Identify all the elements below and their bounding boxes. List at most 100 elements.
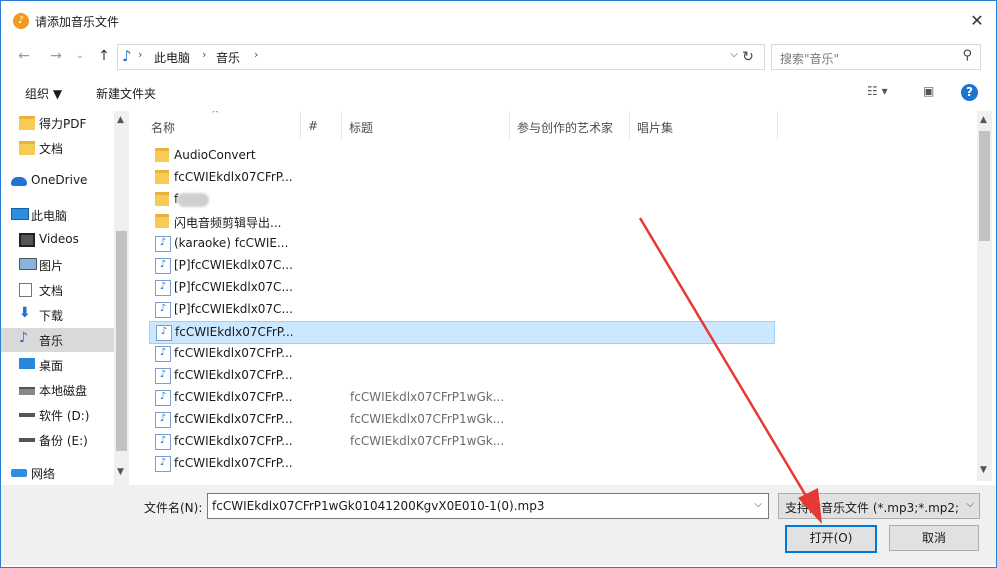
file-row[interactable]: f: [149, 189, 773, 210]
scroll-up-icon[interactable]: ▲: [980, 115, 987, 125]
preview-pane-icon[interactable]: ▣: [923, 84, 934, 98]
breadcrumb-music[interactable]: 音乐: [216, 49, 240, 66]
open-button[interactable]: 打开(O): [785, 525, 877, 553]
scroll-down-icon[interactable]: ▼: [117, 467, 124, 477]
column-divider: [341, 111, 342, 139]
search-input[interactable]: 搜索"音乐" ⚲: [771, 44, 981, 70]
folder-icon: [155, 214, 169, 228]
cancel-button[interactable]: 取消: [889, 525, 979, 551]
sidebar-item[interactable]: OneDrive: [1, 169, 114, 193]
title-bar: ♪ 请添加音乐文件 ✕: [1, 1, 996, 39]
audio-file-icon: ♪: [155, 302, 171, 318]
file-row[interactable]: fcCWIEkdlx07CFrP...: [149, 167, 773, 188]
filename-field[interactable]: fcCWIEkdlx07CFrP1wGk01041200KgvX0E010-1(…: [207, 493, 769, 519]
file-row[interactable]: ♪ fcCWIEkdlx07CFrP...: [149, 365, 773, 386]
organize-button[interactable]: 组织 ▼: [25, 85, 62, 102]
nav-pane-scrollbar[interactable]: ▲ ▼: [114, 111, 129, 485]
sidebar-item[interactable]: 文档: [1, 136, 114, 160]
file-row[interactable]: AudioConvert: [149, 145, 773, 166]
file-row[interactable]: ♪ fcCWIEkdlx07CFrP... fcCWIEkdlx07CFrP1wGk…: [149, 387, 773, 408]
download-icon: ⬇: [19, 305, 31, 321]
file-list-scrollbar[interactable]: ▲ ▼: [977, 111, 992, 481]
column-album[interactable]: 唱片集: [637, 119, 673, 136]
dialog-footer: 文件名(N): fcCWIEkdlx07CFrP1wGk01041200KgvX…: [1, 485, 996, 565]
sidebar-item[interactable]: 网络: [1, 461, 114, 485]
sidebar-item[interactable]: ♪ 音乐: [1, 328, 114, 352]
sidebar-item[interactable]: 备份 (E:): [1, 428, 114, 452]
scroll-down-icon[interactable]: ▼: [980, 465, 987, 475]
music-note-icon: ♪: [122, 47, 132, 65]
sidebar-item[interactable]: 文档: [1, 278, 114, 302]
sidebar-item[interactable]: 此电脑: [1, 203, 114, 227]
sidebar-item[interactable]: 图片: [1, 253, 114, 277]
filetype-value[interactable]: 支持的音乐文件 (*.mp3;*.mp2;: [785, 499, 960, 516]
forward-arrow-icon[interactable]: →: [47, 47, 65, 65]
sort-ascending-icon: ^: [211, 111, 220, 120]
sidebar-item[interactable]: ⬇ 下载: [1, 303, 114, 327]
audio-file-icon: ♪: [155, 456, 171, 472]
filename-value[interactable]: fcCWIEkdlx07CFrP1wGk01041200KgvX0E010-1(…: [212, 499, 544, 513]
file-title: fcCWIEkdlx07CFrP1wGk...: [350, 434, 505, 448]
sidebar-item-label: 图片: [39, 259, 64, 273]
file-row[interactable]: ♪ fcCWIEkdlx07CFrP...: [149, 453, 773, 474]
file-name: fcCWIEkdlx07CFrP...: [174, 368, 293, 382]
app-icon: ♪: [13, 13, 29, 29]
column-artist[interactable]: 参与创作的艺术家: [517, 119, 613, 136]
view-options-icon[interactable]: ☷ ▾: [867, 84, 888, 98]
folder-icon: [155, 192, 169, 206]
refresh-icon[interactable]: ↻: [737, 44, 759, 70]
sidebar-item[interactable]: Videos: [1, 228, 114, 252]
column-header: ^ 名称 # 标题 参与创作的艺术家 唱片集: [141, 111, 781, 139]
window-title: 请添加音乐文件: [35, 15, 120, 29]
column-name[interactable]: 名称: [151, 119, 175, 136]
file-row[interactable]: ♪ (karaoke) fcCWIE...: [149, 233, 773, 254]
sidebar-item[interactable]: 本地磁盘: [1, 378, 114, 402]
recent-locations-icon[interactable]: ⌄: [71, 47, 89, 65]
breadcrumb-this-pc[interactable]: 此电脑: [154, 49, 190, 66]
sidebar-item[interactable]: 桌面: [1, 353, 114, 377]
drive-icon: [19, 438, 35, 442]
file-row[interactable]: ♪ fcCWIEkdlx07CFrP...: [149, 343, 773, 364]
help-icon[interactable]: ?: [961, 84, 978, 101]
file-row[interactable]: ♪ [P]fcCWIEkdlx07C...: [149, 299, 773, 320]
file-name: fcCWIEkdlx07CFrP...: [174, 456, 293, 470]
column-divider: [777, 111, 778, 139]
up-arrow-icon[interactable]: ↑: [95, 47, 113, 65]
scrollbar-thumb[interactable]: [116, 231, 127, 451]
file-row[interactable]: ♪ fcCWIEkdlx07CFrP... fcCWIEkdlx07CFrP1wGk…: [149, 409, 773, 430]
address-bar[interactable]: ♪ › 此电脑 › 音乐 › ⌵: [117, 44, 765, 70]
filetype-select[interactable]: 支持的音乐文件 (*.mp3;*.mp2; ⌵: [778, 493, 980, 519]
scrollbar-thumb[interactable]: [979, 131, 990, 241]
document-icon: [19, 283, 32, 297]
column-number[interactable]: #: [308, 119, 318, 133]
file-row[interactable]: ♪ [P]fcCWIEkdlx07C...: [149, 277, 773, 298]
chevron-right-icon[interactable]: ›: [254, 48, 258, 61]
audio-file-icon: ♪: [155, 280, 171, 296]
sidebar-item-label: 下载: [39, 309, 64, 323]
file-row[interactable]: ♪ [P]fcCWIEkdlx07C...: [149, 255, 773, 276]
file-row[interactable]: ♪ fcCWIEkdlx07CFrP... fcCWIEkdlx07CFrP1wGk…: [149, 431, 773, 452]
file-name: fcCWIEkdlx07CFrP...: [174, 170, 293, 184]
chevron-right-icon[interactable]: ›: [138, 48, 142, 61]
search-icon[interactable]: ⚲: [962, 48, 972, 63]
file-row[interactable]: 闪电音频剪辑导出...: [149, 211, 773, 232]
chevron-down-icon[interactable]: ⌵: [966, 499, 974, 510]
file-open-dialog: ♪ 请添加音乐文件 ✕ ← → ⌄ ↑ ♪ › 此电脑 › 音乐 › ⌵ ↻ 搜…: [0, 0, 997, 568]
sidebar-item-label: 文档: [39, 284, 64, 298]
computer-icon: [11, 208, 29, 220]
back-arrow-icon[interactable]: ←: [15, 47, 33, 65]
sidebar-item[interactable]: 得力PDF: [1, 111, 114, 135]
new-folder-button[interactable]: 新建文件夹: [96, 85, 156, 102]
network-icon: [11, 469, 27, 477]
chevron-right-icon[interactable]: ›: [202, 48, 206, 61]
column-title[interactable]: 标题: [349, 119, 373, 136]
file-name: [P]fcCWIEkdlx07C...: [174, 302, 293, 316]
scroll-up-icon[interactable]: ▲: [117, 115, 124, 125]
chevron-down-icon[interactable]: ⌵: [754, 499, 762, 510]
file-name: fcCWIEkdlx07CFrP...: [174, 346, 293, 360]
close-icon[interactable]: ✕: [966, 10, 988, 32]
sidebar-item-label: 桌面: [39, 359, 64, 373]
sidebar-item[interactable]: 软件 (D:): [1, 403, 114, 427]
file-row[interactable]: ♪ fcCWIEkdlx07CFrP...: [149, 321, 775, 344]
folder-icon: [19, 116, 35, 130]
